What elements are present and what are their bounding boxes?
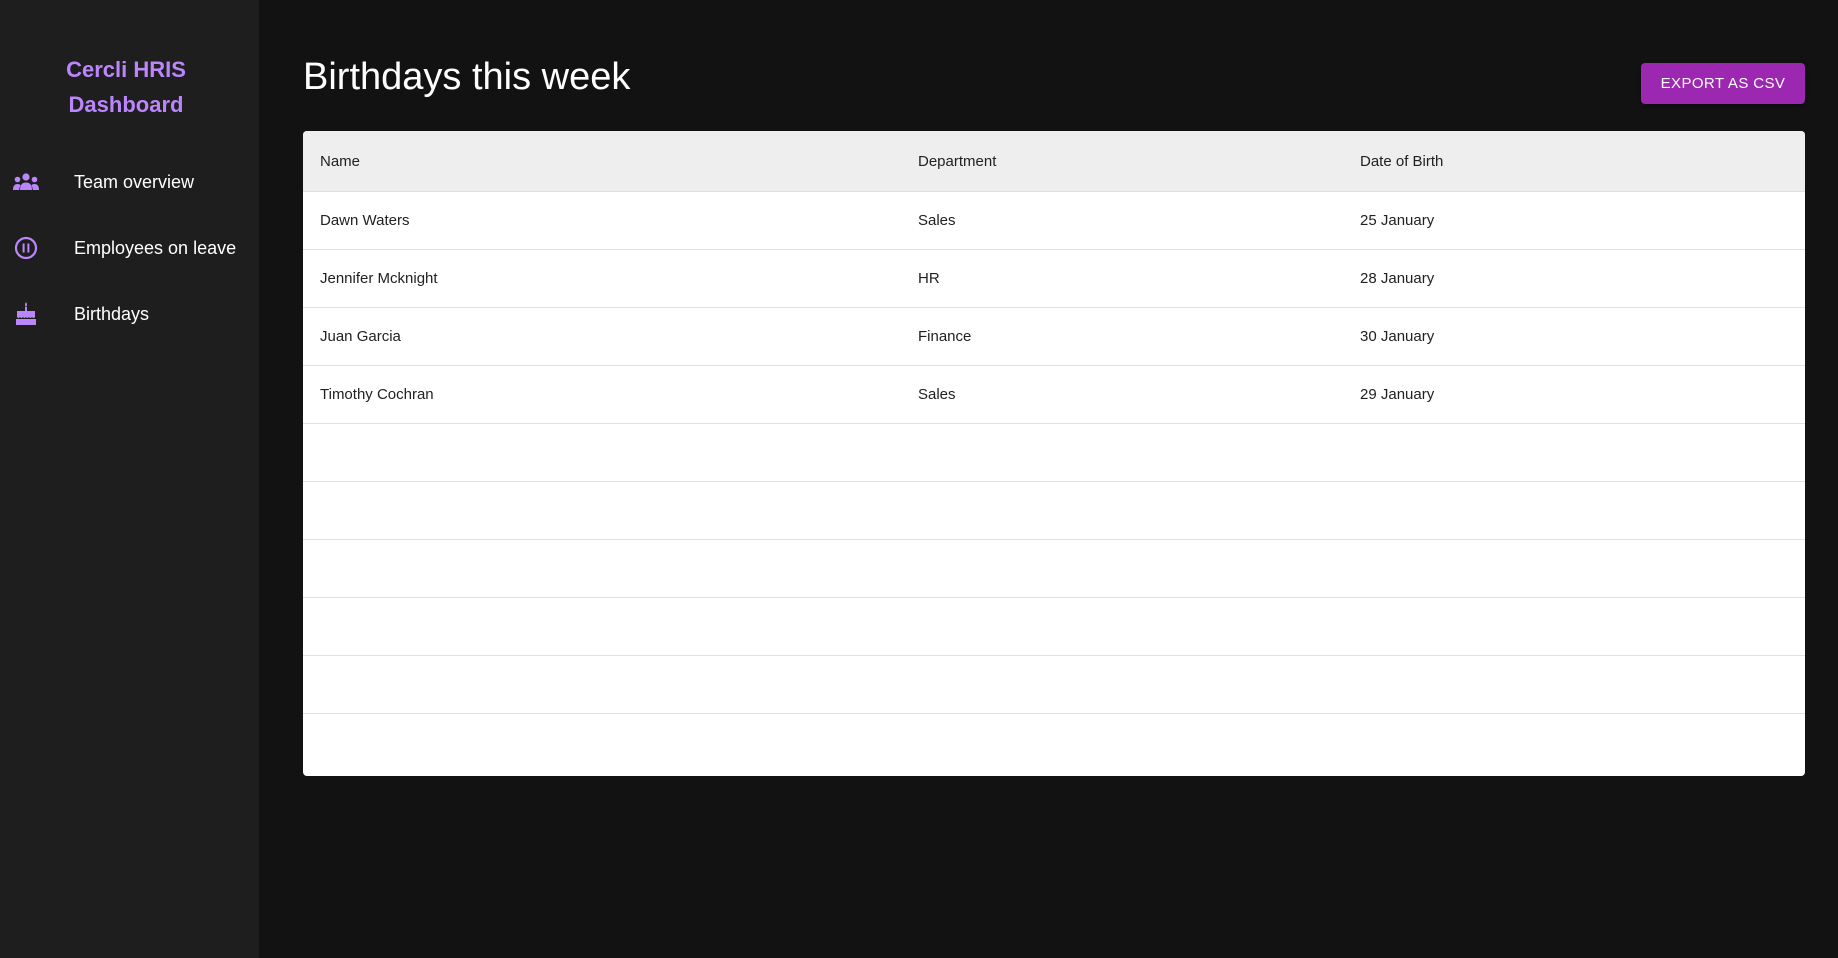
table-row[interactable]: Jennifer Mcknight HR 28 January bbox=[303, 250, 1805, 308]
table-row-empty bbox=[303, 482, 1805, 540]
table-row-empty bbox=[303, 656, 1805, 714]
cell-name: Timothy Cochran bbox=[320, 386, 434, 403]
pause-circle-icon bbox=[13, 235, 39, 261]
sidebar-item-label: Birthdays bbox=[74, 303, 150, 324]
cell-name: Juan Garcia bbox=[320, 328, 401, 345]
birthdays-table: Name Department Date of Birth Dawn Water… bbox=[303, 131, 1805, 776]
sidebar-item-team-overview[interactable]: Team overview bbox=[0, 160, 259, 204]
cell-date-of-birth: 25 January bbox=[1360, 212, 1435, 229]
sidebar-item-label: Employees on leave bbox=[74, 237, 237, 258]
table-row-empty bbox=[303, 424, 1805, 482]
column-header-date-of-birth[interactable]: Date of Birth bbox=[1360, 131, 1443, 191]
column-header-department[interactable]: Department bbox=[918, 131, 996, 191]
cell-department: Finance bbox=[918, 328, 972, 345]
table-row[interactable]: Juan Garcia Finance 30 January bbox=[303, 308, 1805, 366]
table-row[interactable]: Timothy Cochran Sales 29 January bbox=[303, 366, 1805, 424]
sidebar-item-employees-on-leave[interactable]: Employees on leave bbox=[0, 226, 259, 270]
cell-department: Sales bbox=[918, 386, 956, 403]
cell-date-of-birth: 28 January bbox=[1360, 270, 1435, 287]
sidebar-item-birthdays[interactable]: Birthdays bbox=[0, 292, 259, 336]
cell-department: Sales bbox=[918, 212, 956, 229]
table-header-row: Name Department Date of Birth bbox=[303, 131, 1805, 192]
cell-department: HR bbox=[918, 270, 940, 287]
column-header-name[interactable]: Name bbox=[320, 131, 360, 191]
sidebar: Cercli HRIS Dashboard Team overview Empl… bbox=[0, 0, 259, 958]
cell-name: Jennifer Mcknight bbox=[320, 270, 438, 287]
table-row-empty bbox=[303, 714, 1805, 772]
brand-line-2: Dashboard bbox=[68, 92, 184, 117]
table-row[interactable]: Dawn Waters Sales 25 January bbox=[303, 192, 1805, 250]
brand-line-1: Cercli HRIS bbox=[66, 57, 186, 82]
team-icon bbox=[13, 169, 39, 195]
cake-icon bbox=[13, 301, 39, 327]
page-title: Birthdays this week bbox=[303, 56, 631, 98]
table-row-empty bbox=[303, 598, 1805, 656]
table-row-empty bbox=[303, 540, 1805, 598]
app-root: Cercli HRIS Dashboard Team overview Empl… bbox=[0, 0, 1838, 958]
cell-name: Dawn Waters bbox=[320, 212, 410, 229]
brand-title: Cercli HRIS Dashboard bbox=[0, 52, 252, 122]
sidebar-item-label: Team overview bbox=[74, 171, 195, 192]
cell-date-of-birth: 30 January bbox=[1360, 328, 1435, 345]
cell-date-of-birth: 29 January bbox=[1360, 386, 1435, 403]
export-csv-button[interactable]: EXPORT AS CSV bbox=[1641, 63, 1805, 104]
